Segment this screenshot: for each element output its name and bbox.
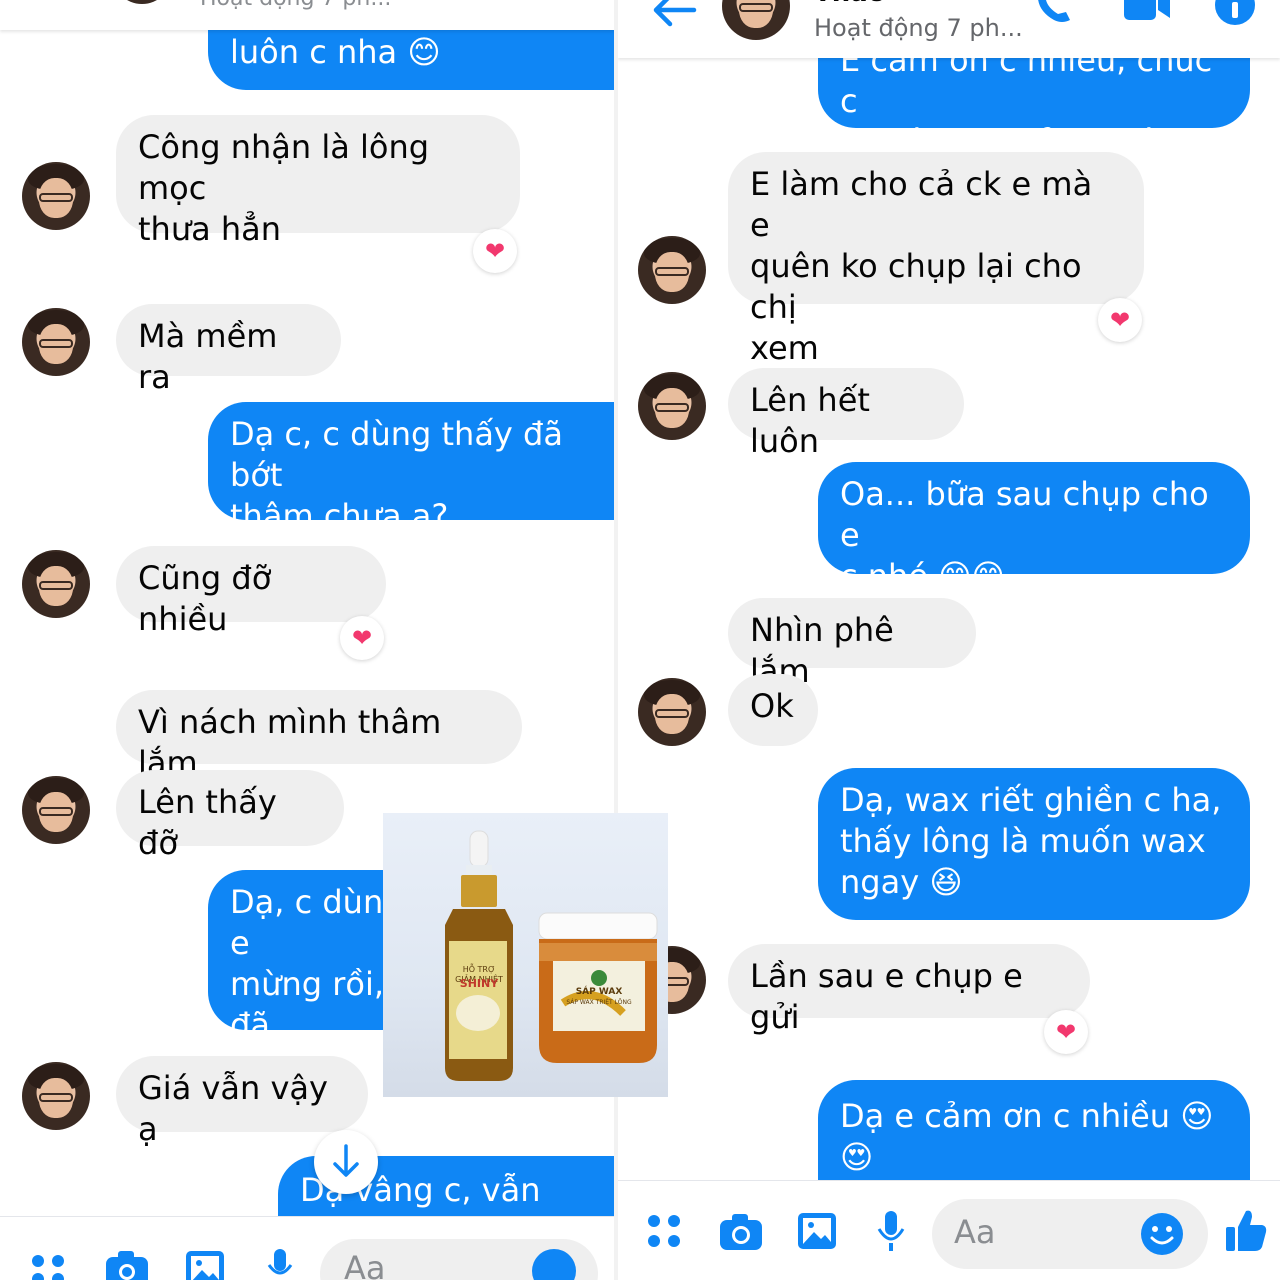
video-icon[interactable] bbox=[1122, 0, 1172, 24]
heart-reaction-icon[interactable]: ❤ bbox=[473, 229, 517, 273]
phone-icon[interactable] bbox=[1032, 0, 1076, 26]
message-bubble-outgoing[interactable]: Dạ e cảm ơn c nhiều 😍 😍 bbox=[818, 1080, 1250, 1180]
message-bubble-incoming[interactable]: Lần sau e chụp e gửi bbox=[728, 944, 1090, 1036]
active-status: Hoạt động 7 ph... bbox=[200, 0, 391, 11]
microphone-icon[interactable] bbox=[265, 1247, 295, 1280]
info-icon[interactable] bbox=[1214, 0, 1256, 26]
message-composer: Aa bbox=[0, 1216, 614, 1280]
message-bubble-incoming[interactable]: Lên thấy đỡ bbox=[116, 770, 344, 862]
message-input[interactable]: Aa bbox=[932, 1199, 1208, 1269]
product-photo: HỖ TRỢ GIẢM NHIỆT SHINY SÁP WAX SÁP WAX … bbox=[383, 813, 668, 1097]
message-bubble-incoming[interactable]: Giá vẫn vậy ạ bbox=[116, 1056, 368, 1148]
apps-icon[interactable] bbox=[646, 1213, 682, 1249]
message-bubble-incoming[interactable]: Công nhận là lông mọc thưa hẳn bbox=[116, 115, 520, 248]
sender-avatar[interactable] bbox=[638, 678, 706, 746]
sender-avatar[interactable] bbox=[22, 550, 90, 618]
heart-reaction-icon[interactable]: ❤ bbox=[340, 616, 384, 660]
active-status: Hoạt động 7 ph... bbox=[814, 14, 1023, 42]
contact-avatar[interactable] bbox=[722, 0, 790, 40]
serum-brand-text: SHINY bbox=[459, 977, 499, 990]
message-input-placeholder: Aa bbox=[954, 1213, 996, 1251]
wax-label-subtitle: SÁP WAX TRIỆT LÔNG bbox=[566, 999, 632, 1006]
sender-avatar[interactable] bbox=[22, 1062, 90, 1130]
arrow-down-icon bbox=[333, 1144, 359, 1177]
camera-icon[interactable] bbox=[104, 1249, 150, 1280]
right-chat-screenshot: Thảo Hoạt động 7 ph... E cảm ơn c nhiều,… bbox=[614, 0, 1280, 1280]
message-bubble-outgoing[interactable]: Dạ, wax riết ghiền c ha, thấy lông là mu… bbox=[818, 768, 1250, 920]
message-bubble-outgoing[interactable]: luôn c nha 😊 bbox=[208, 22, 614, 90]
message-input-placeholder: Aa bbox=[344, 1249, 386, 1280]
message-bubble-incoming[interactable]: Nhìn phê lắm bbox=[728, 598, 976, 690]
message-bubble-outgoing[interactable]: Dạ c, c dùng thấy đã bớt thâm chưa ạ? bbox=[208, 402, 614, 535]
gallery-icon[interactable] bbox=[796, 1211, 838, 1251]
message-bubble-incoming[interactable]: E làm cho cả ck e mà e quên ko chụp lại … bbox=[728, 152, 1144, 367]
message-input[interactable]: Aa bbox=[320, 1239, 598, 1280]
serum-bottle-illustration bbox=[445, 830, 658, 1081]
message-bubble-incoming[interactable]: Mà mềm ra bbox=[116, 304, 341, 396]
sender-avatar[interactable] bbox=[638, 236, 706, 304]
back-arrow-icon[interactable] bbox=[650, 0, 698, 28]
scroll-to-bottom-button[interactable] bbox=[314, 1130, 378, 1194]
heart-reaction-icon[interactable]: ❤ bbox=[1098, 298, 1142, 342]
message-bubble-incoming[interactable]: Cũng đỡ nhiều bbox=[116, 546, 386, 638]
heart-reaction-icon[interactable]: ❤ bbox=[1044, 1010, 1088, 1054]
emoji-icon[interactable] bbox=[532, 1249, 576, 1280]
sender-avatar[interactable] bbox=[22, 162, 90, 230]
emoji-icon[interactable] bbox=[1140, 1212, 1184, 1256]
gallery-icon[interactable] bbox=[184, 1249, 226, 1280]
contact-avatar[interactable] bbox=[112, 0, 172, 4]
sender-avatar[interactable] bbox=[22, 776, 90, 844]
microphone-icon[interactable] bbox=[876, 1209, 906, 1253]
chat-header: Thảo Hoạt động 7 ph... bbox=[618, 0, 1280, 58]
apps-icon[interactable] bbox=[30, 1253, 70, 1280]
contact-name: Thảo bbox=[814, 0, 886, 8]
message-composer: Aa bbox=[618, 1180, 1280, 1280]
sender-avatar[interactable] bbox=[22, 308, 90, 376]
sender-avatar[interactable] bbox=[638, 372, 706, 440]
camera-icon[interactable] bbox=[718, 1213, 764, 1251]
message-bubble-incoming[interactable]: Vì nách mình thâm lắm bbox=[116, 690, 522, 782]
message-bubble-incoming[interactable]: Ok bbox=[728, 674, 818, 746]
like-icon[interactable] bbox=[1224, 1207, 1268, 1253]
chat-header: Hoạt động 7 ph... bbox=[0, 0, 614, 30]
message-bubble-outgoing[interactable]: Oa... bữa sau chụp cho e c nhé 😁😁 bbox=[818, 462, 1250, 595]
wax-label-title: SÁP WAX bbox=[575, 987, 623, 997]
message-bubble-incoming[interactable]: Lên hết luôn bbox=[728, 368, 964, 460]
